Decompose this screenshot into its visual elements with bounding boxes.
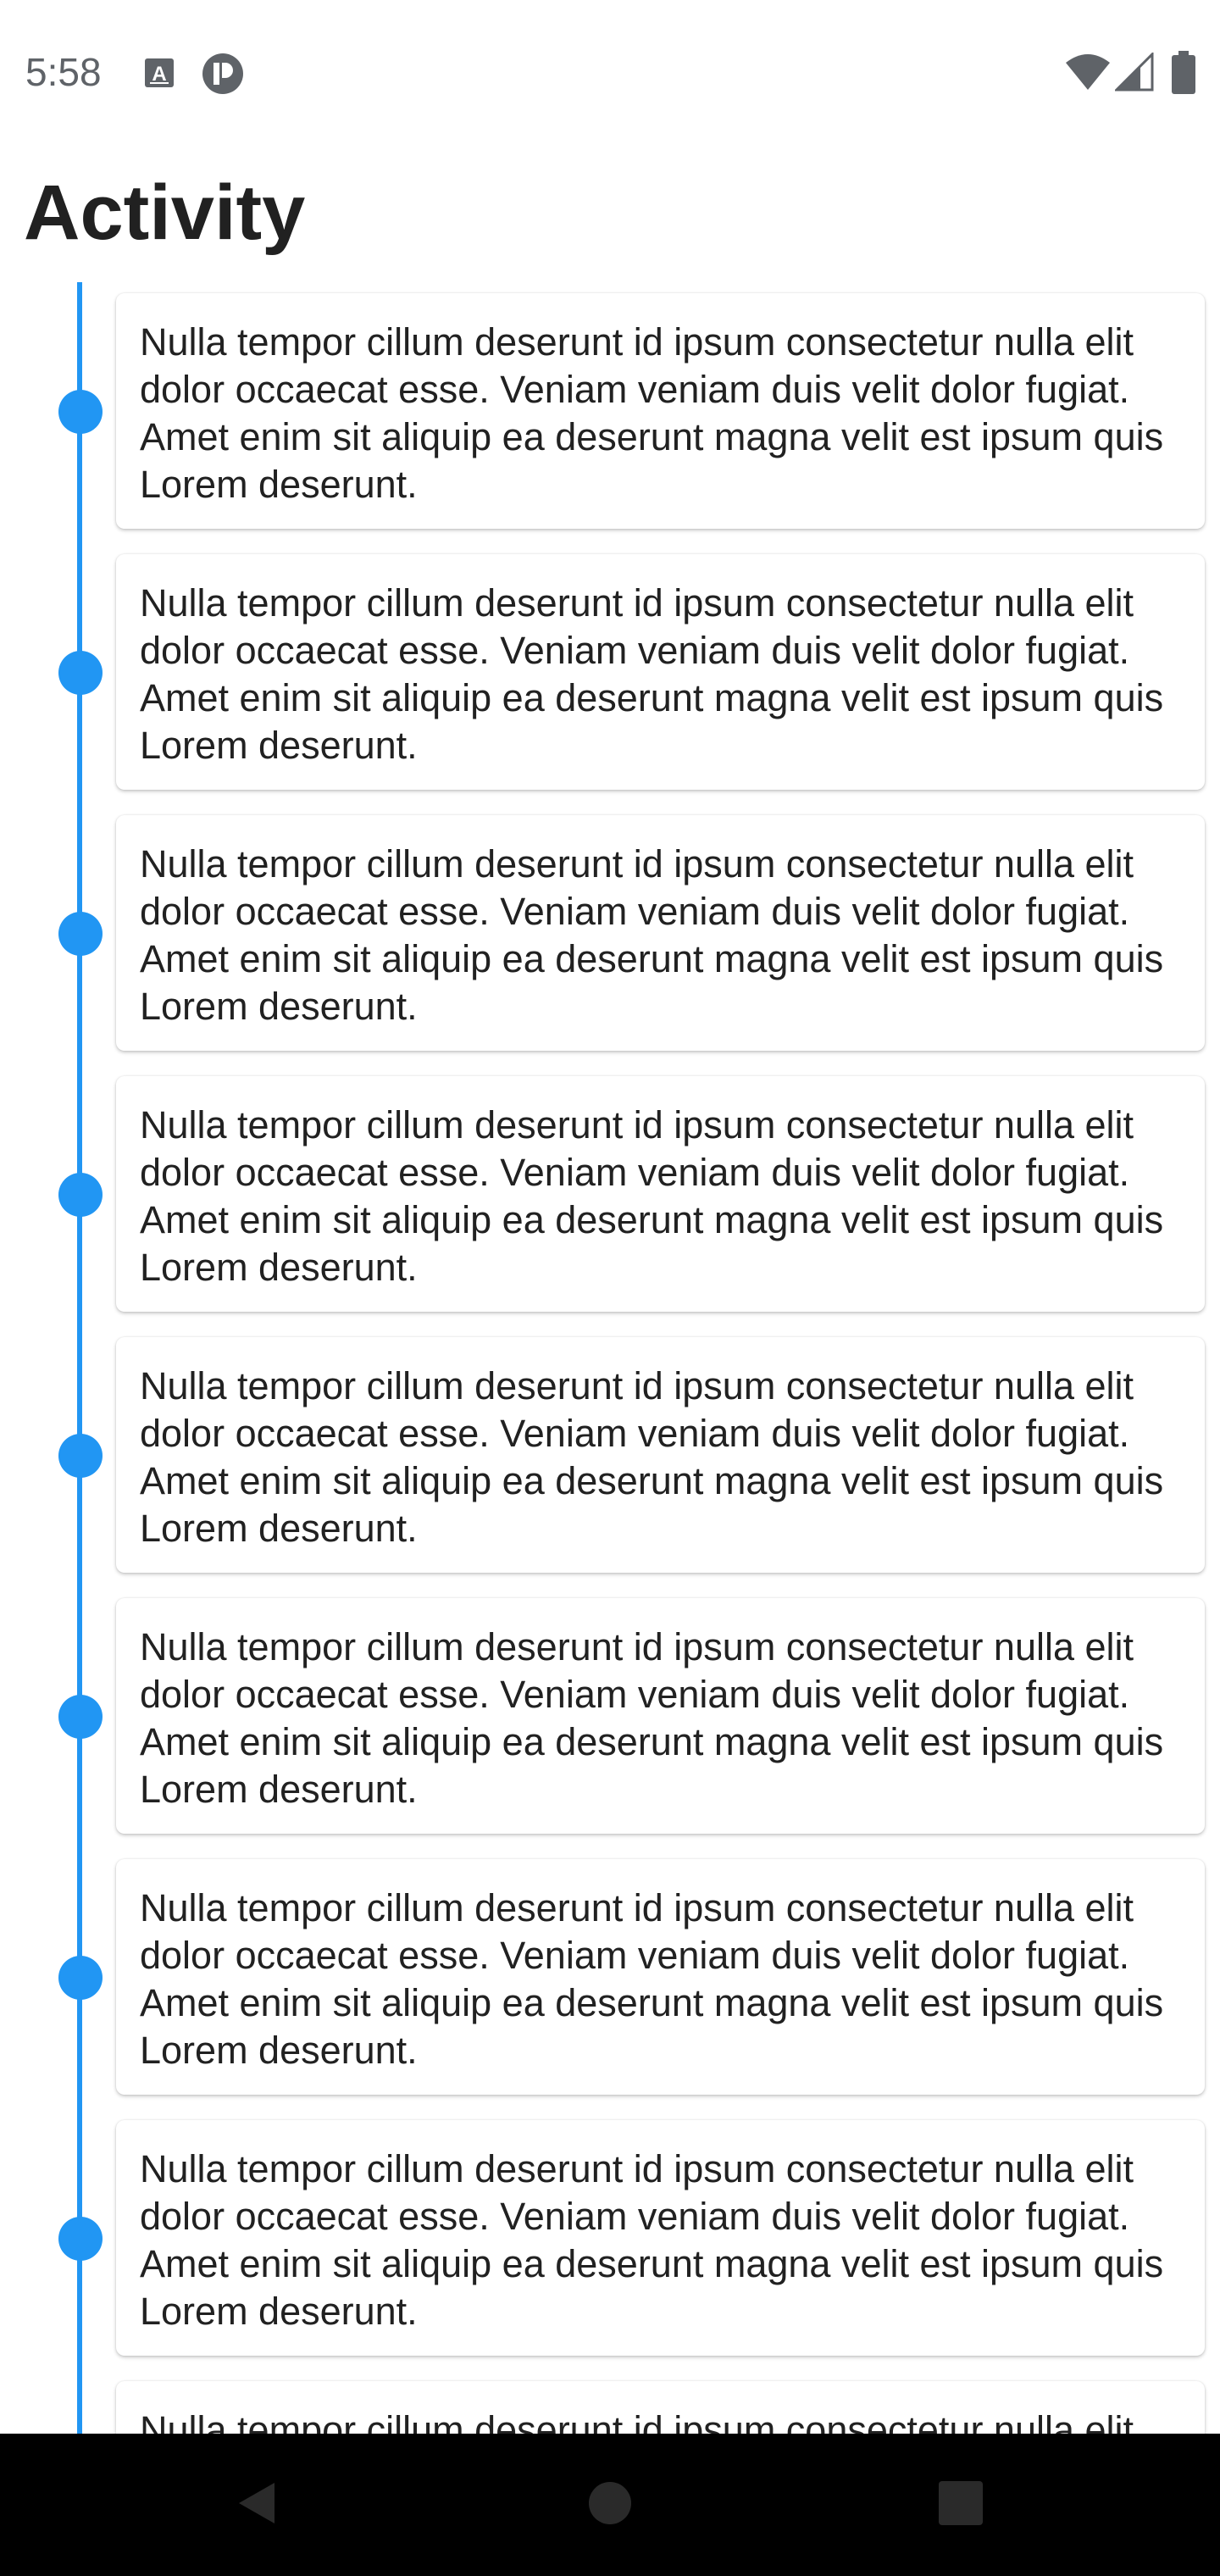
activity-card-text: Nulla tempor cillum deserunt id ipsum co…	[140, 581, 1164, 767]
activity-card[interactable]: Nulla tempor cillum deserunt id ipsum co…	[116, 2120, 1205, 2356]
back-button[interactable]	[188, 2434, 324, 2576]
timeline-dot	[58, 1434, 103, 1478]
timeline-dot	[58, 651, 103, 695]
timeline-entry: Nulla tempor cillum deserunt id ipsum co…	[0, 1337, 1220, 1598]
activity-card[interactable]: Nulla tempor cillum deserunt id ipsum co…	[116, 1337, 1205, 1573]
activity-card[interactable]: Nulla tempor cillum deserunt id ipsum co…	[116, 815, 1205, 1051]
text-a-icon: A	[144, 58, 175, 92]
activity-card-text: Nulla tempor cillum deserunt id ipsum co…	[140, 320, 1164, 506]
timeline-entry: Nulla tempor cillum deserunt id ipsum co…	[0, 1859, 1220, 2120]
timeline-dot	[58, 2217, 103, 2261]
timeline-dot	[58, 1695, 103, 1739]
timeline-dot	[58, 1956, 103, 2000]
timeline-dot	[58, 390, 103, 434]
timeline-dot	[58, 912, 103, 956]
svg-text:A: A	[152, 63, 166, 86]
wifi-icon	[1064, 53, 1112, 96]
recents-icon	[938, 2480, 984, 2530]
activity-card-text: Nulla tempor cillum deserunt id ipsum co…	[140, 842, 1164, 1028]
timeline-entry: Nulla tempor cillum deserunt id ipsum co…	[0, 554, 1220, 815]
timeline-entry: Nulla tempor cillum deserunt id ipsum co…	[0, 1076, 1220, 1337]
app-notification-icon	[202, 53, 244, 99]
battery-icon	[1171, 51, 1196, 99]
navigation-bar	[0, 2434, 1220, 2576]
activity-card-text: Nulla tempor cillum deserunt id ipsum co…	[140, 1886, 1164, 2072]
activity-card[interactable]: Nulla tempor cillum deserunt id ipsum co…	[116, 1859, 1205, 2095]
activity-card[interactable]: Nulla tempor cillum deserunt id ipsum co…	[116, 1076, 1205, 1312]
activity-screen: 5:58 A Activity Nulla tempor cillum dese…	[0, 0, 1220, 2576]
timeline-dot	[58, 1173, 103, 1217]
status-bar: 5:58 A	[0, 0, 1220, 144]
timeline-entry: Nulla tempor cillum deserunt id ipsum co…	[0, 1598, 1220, 1859]
home-button[interactable]	[542, 2434, 678, 2576]
activity-card-text: Nulla tempor cillum deserunt id ipsum co…	[140, 1103, 1164, 1289]
timeline-entry: Nulla tempor cillum deserunt id ipsum co…	[0, 293, 1220, 554]
status-time: 5:58	[25, 50, 102, 94]
page-title: Activity	[24, 169, 306, 256]
activity-card-text: Nulla tempor cillum deserunt id ipsum co…	[140, 1364, 1164, 1550]
activity-feed[interactable]: Nulla tempor cillum deserunt id ipsum co…	[0, 293, 1220, 2576]
activity-card[interactable]: Nulla tempor cillum deserunt id ipsum co…	[116, 554, 1205, 790]
timeline-entry: Nulla tempor cillum deserunt id ipsum co…	[0, 2120, 1220, 2381]
back-icon	[234, 2479, 278, 2531]
activity-card-text: Nulla tempor cillum deserunt id ipsum co…	[140, 2147, 1164, 2333]
activity-card-text: Nulla tempor cillum deserunt id ipsum co…	[140, 1625, 1164, 1811]
home-icon	[587, 2480, 633, 2530]
activity-card[interactable]: Nulla tempor cillum deserunt id ipsum co…	[116, 293, 1205, 529]
recents-button[interactable]	[893, 2434, 1029, 2576]
timeline-entry: Nulla tempor cillum deserunt id ipsum co…	[0, 815, 1220, 1076]
cellular-signal-icon	[1113, 51, 1154, 96]
activity-card[interactable]: Nulla tempor cillum deserunt id ipsum co…	[116, 1598, 1205, 1834]
